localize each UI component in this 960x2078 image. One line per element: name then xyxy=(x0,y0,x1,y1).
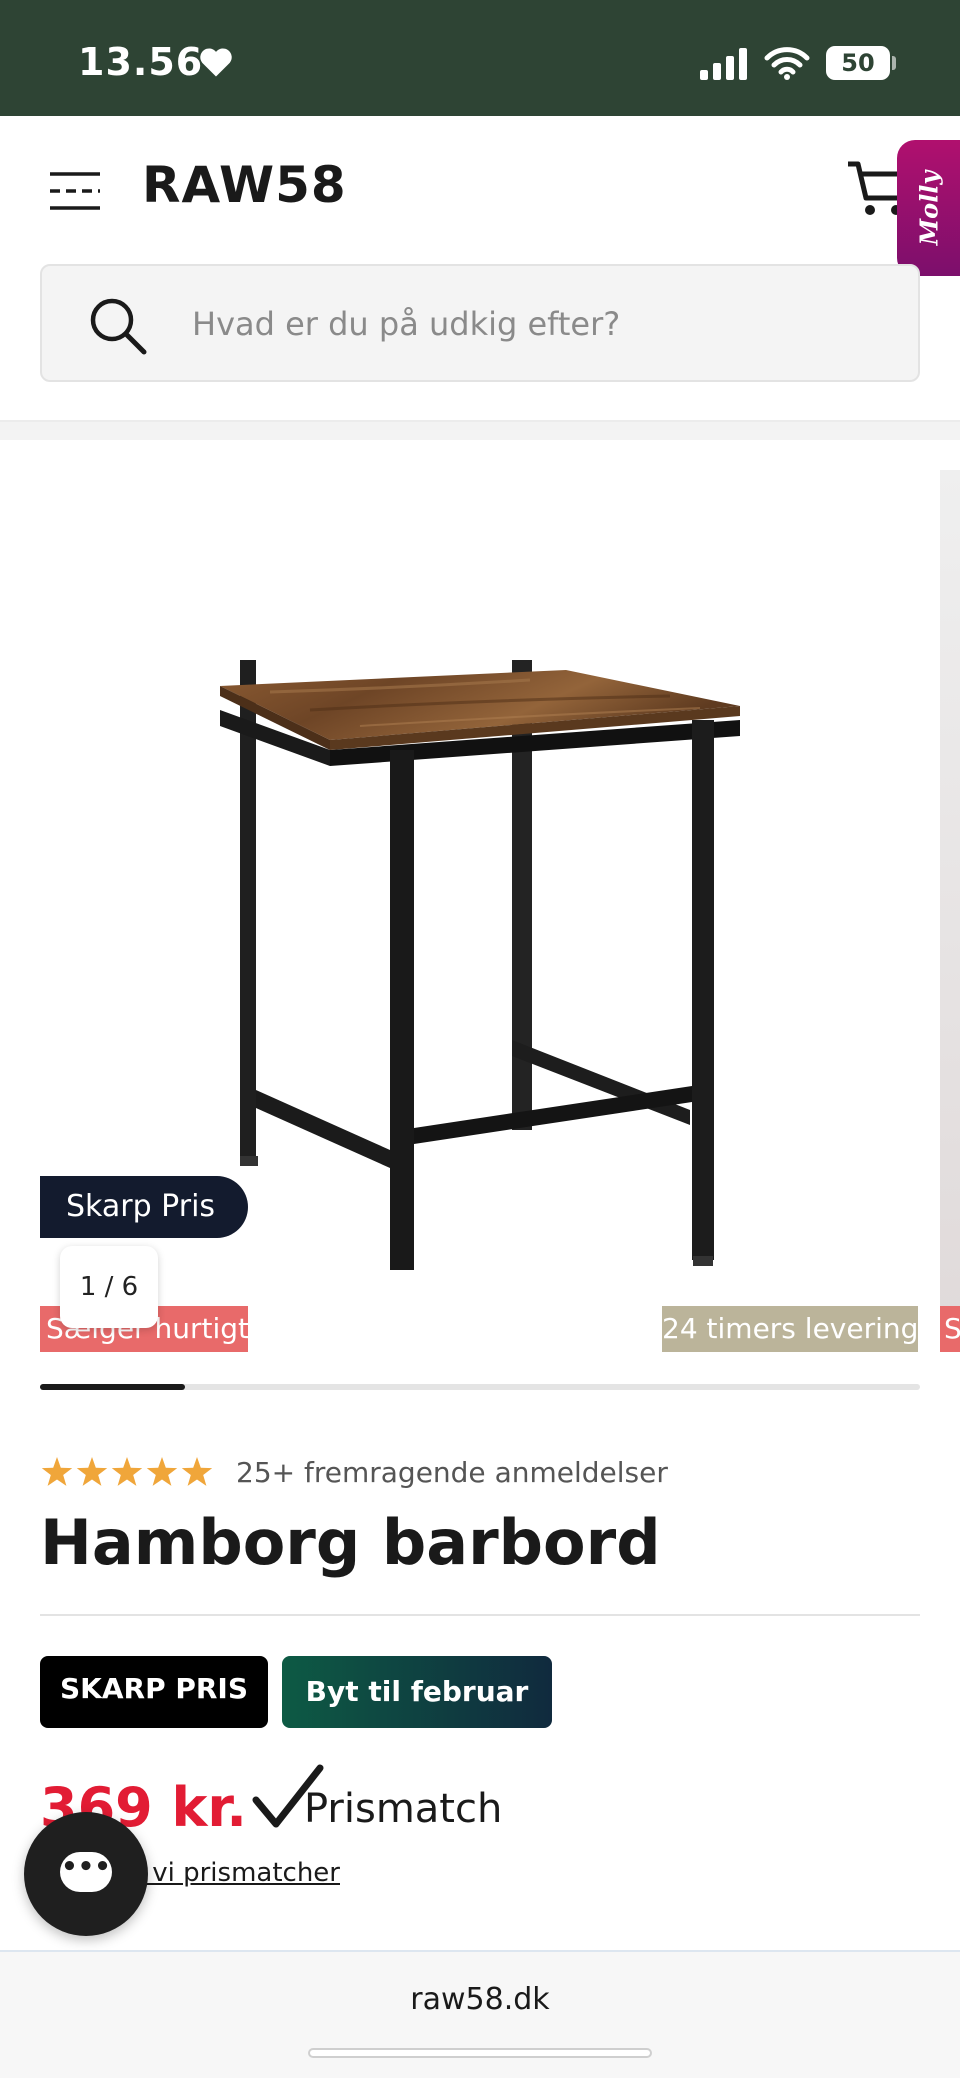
home-indicator xyxy=(308,2048,652,2058)
search-bar[interactable] xyxy=(40,264,920,382)
star-icon xyxy=(41,1457,73,1486)
tag-skarp-pris: SKARP PRIS xyxy=(40,1656,268,1728)
badge-peek: S xyxy=(940,1306,960,1352)
assistant-tab[interactable]: Molly xyxy=(897,140,960,276)
gallery-progress xyxy=(40,1384,920,1390)
prismatch-label: Prismatch xyxy=(304,1786,503,1832)
image-counter: 1 / 6 xyxy=(60,1246,158,1328)
chat-bubble-icon: ••• xyxy=(60,1852,112,1892)
promo-pill: Skarp Pris xyxy=(40,1176,248,1238)
reviews-text[interactable]: 25+ fremragende anmeldelser xyxy=(236,1456,668,1489)
heart-icon xyxy=(200,48,232,77)
star-icon xyxy=(181,1457,212,1486)
product-title: Hamborg barbord xyxy=(40,1506,661,1579)
search-input[interactable] xyxy=(192,286,892,362)
badge-delivery: 24 timers levering xyxy=(662,1306,918,1352)
gallery-progress-fill xyxy=(40,1384,186,1390)
menu-icon[interactable] xyxy=(48,168,102,214)
product-image[interactable] xyxy=(200,570,760,1270)
product-gallery[interactable]: Skarp Pris Sælger hurtigt 1 / 6 24 timer… xyxy=(0,440,960,1400)
battery-tip xyxy=(892,56,896,70)
status-time: 13.56 xyxy=(78,40,204,84)
section-divider xyxy=(0,420,960,440)
star-icon xyxy=(111,1457,143,1486)
title-divider xyxy=(40,1614,920,1616)
site-header: RAW58 xyxy=(0,116,960,266)
rating-stars xyxy=(41,1457,212,1486)
chat-button[interactable]: ••• xyxy=(24,1812,148,1936)
signal-icon xyxy=(700,48,747,80)
star-icon xyxy=(146,1457,178,1486)
assistant-tab-label: Molly xyxy=(914,170,943,246)
tag-byt-til-februar[interactable]: Byt til februar xyxy=(282,1656,552,1728)
next-image-peek[interactable] xyxy=(940,470,960,1330)
battery-indicator: 50 xyxy=(826,46,890,80)
url-text[interactable]: raw58.dk xyxy=(0,1982,960,2017)
star-icon xyxy=(76,1457,108,1486)
status-bar: 13.56 50 xyxy=(0,0,960,116)
wifi-icon xyxy=(764,47,810,80)
browser-address-bar[interactable]: raw58.dk xyxy=(0,1950,960,2078)
site-logo[interactable]: RAW58 xyxy=(142,156,347,214)
search-icon xyxy=(90,298,147,355)
